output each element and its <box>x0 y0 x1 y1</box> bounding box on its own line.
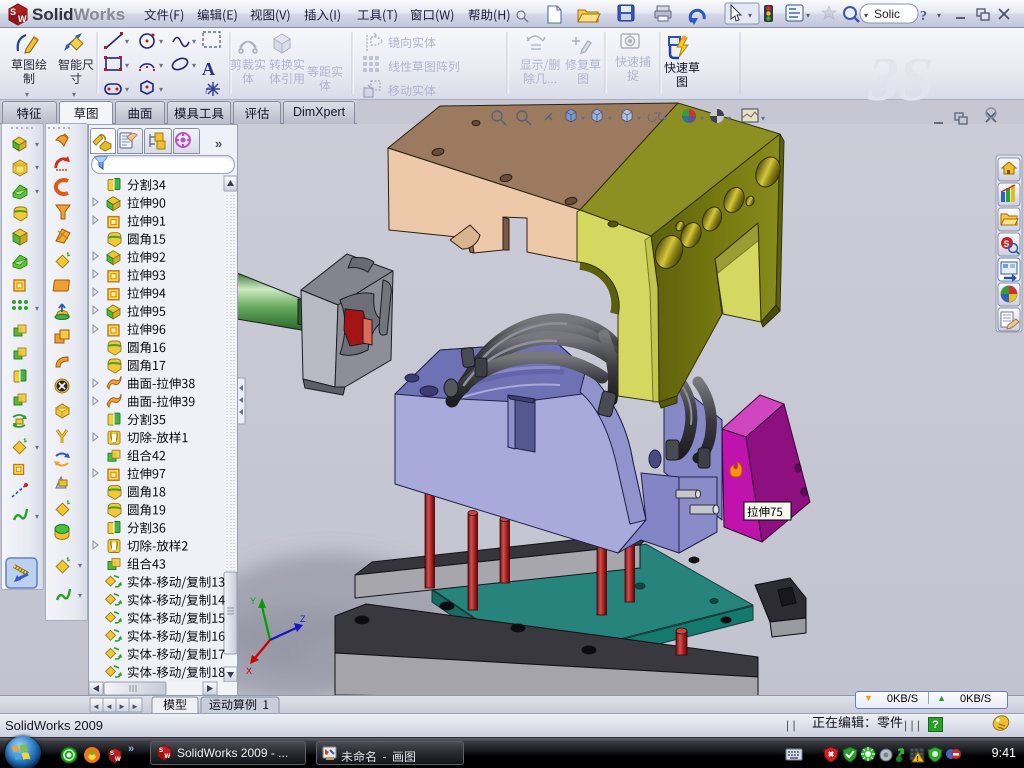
svg-text:W: W <box>18 14 27 24</box>
svg-text:▾: ▾ <box>581 114 585 123</box>
svg-text:Y: Y <box>250 596 256 606</box>
svg-text:▾: ▾ <box>663 114 667 123</box>
svg-text:▾: ▾ <box>700 114 704 123</box>
svg-text:Z: Z <box>300 614 306 624</box>
svg-text:▾: ▾ <box>608 114 612 123</box>
svg-text:▾: ▾ <box>727 114 731 123</box>
svg-text:▾: ▾ <box>637 114 641 123</box>
svg-text:▾: ▾ <box>761 114 765 123</box>
svg-text:X: X <box>246 666 252 676</box>
svg-text:SolidWorks: SolidWorks <box>32 5 125 24</box>
svg-text:S: S <box>10 7 16 17</box>
